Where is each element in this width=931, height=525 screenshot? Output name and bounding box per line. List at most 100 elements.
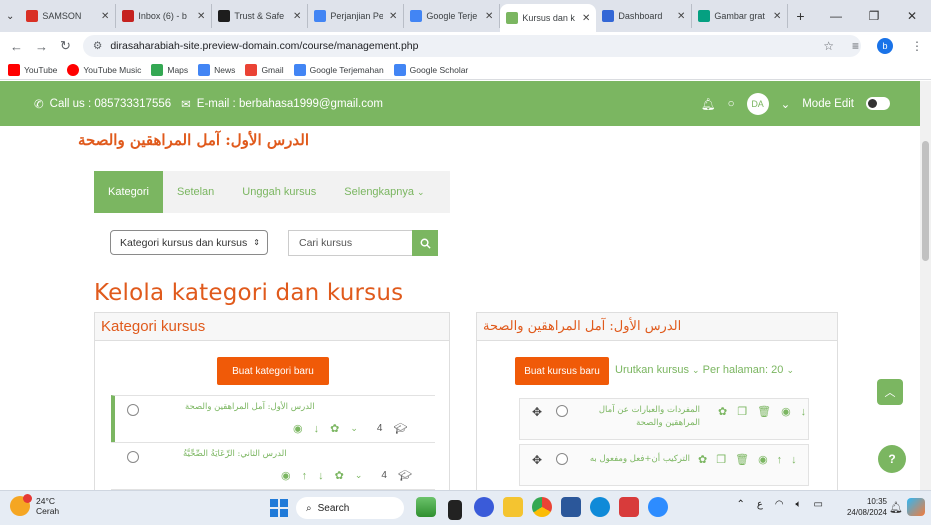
course-select-radio[interactable] [556,453,568,465]
back-icon[interactable]: ← [10,39,23,54]
site-info-icon[interactable]: ⚙ [93,40,102,52]
url-field[interactable]: ⚙ dirasaharabiah-site.preview-domain.com… [82,35,861,57]
taskbar-search[interactable]: ⌕ Search [296,497,404,519]
browser-tab[interactable]: Gambar grat ✕ [692,4,789,28]
chat-app-icon[interactable] [474,497,494,517]
volume-icon[interactable]: 🔈︎ [796,499,802,510]
notification-icon[interactable]: 🔔︎ [889,501,903,514]
notification-bell-icon[interactable]: 🔔︎ [701,97,716,111]
delete-icon[interactable]: 🗑︎ [757,405,771,418]
copy-icon[interactable]: ❐ [737,405,747,418]
course-row[interactable]: ✥ المفردات والعبارات عن آمال المراهقين و… [519,398,809,440]
word-app-icon[interactable] [561,497,581,517]
extensions-icon[interactable]: ≡ [852,39,859,53]
bookmark-news[interactable]: News [198,63,235,76]
bookmark-youtube-music[interactable]: YouTube Music [67,63,141,76]
scrollbar-thumb[interactable] [922,141,929,261]
file-explorer-icon[interactable] [503,497,523,517]
settings-gear-icon[interactable]: ✿ [718,405,727,418]
close-tab-icon[interactable]: ✕ [197,11,205,22]
browser-tab[interactable]: Google Terje ✕ [404,4,501,28]
restore-icon[interactable]: ❐ [855,9,893,23]
create-category-button[interactable]: Buat kategori baru [217,357,329,385]
browser-tab[interactable]: Dashboard ✕ [596,4,693,28]
search-button[interactable] [412,230,438,256]
copilot-icon[interactable] [907,498,925,516]
bookmark-youtube[interactable]: YouTube [8,63,57,76]
mode-edit-toggle[interactable] [866,97,890,110]
eye-icon[interactable]: ◉ [281,469,291,482]
edge-app-icon[interactable] [590,497,610,517]
user-menu-chevron-icon[interactable]: ⌄ [781,97,791,111]
close-tab-icon[interactable]: ✕ [389,11,397,22]
category-row[interactable]: الدرس الثاني: الرِّعَايَةُ الصِّحِّيَّةُ… [111,442,435,490]
close-tab-icon[interactable]: ✕ [101,11,109,22]
settings-gear-icon[interactable]: ✿ [335,469,344,482]
profile-avatar[interactable]: b [877,38,893,54]
move-down-icon[interactable]: ↓ [318,470,324,482]
course-name[interactable]: المفردات والعبارات عن آمال المراهقين وال… [580,404,700,430]
browser-tab[interactable]: Inbox (6) - b ✕ [116,4,213,28]
category-name[interactable]: الدرس الأول: آمل المراهقين والصحة [185,402,315,412]
drag-move-icon[interactable]: ✥ [532,453,542,467]
category-select-radio[interactable] [127,404,139,416]
move-up-icon[interactable]: ↑ [777,454,783,466]
help-button[interactable]: ? [878,445,906,473]
wifi-icon[interactable]: ◠ [775,499,784,510]
create-course-button[interactable]: Buat kursus baru [515,357,609,385]
course-row[interactable]: ✥ التركيب أن+فعل ومفعول به ✿ ❐ 🗑︎ ◉ ↑ ↓ [519,444,809,486]
tab-list-icon[interactable]: ⌄ [6,11,14,22]
chevron-down-icon[interactable]: ⌄ [355,470,363,481]
browser-tab-active[interactable]: Kursus dan k ✕ [500,4,597,32]
new-tab-button[interactable]: + [788,8,812,24]
close-tab-icon[interactable]: ✕ [677,11,685,22]
tab-setelan[interactable]: Setelan [163,171,228,213]
close-tab-icon[interactable]: ✕ [485,11,493,22]
menu-icon[interactable]: ⋮ [911,39,923,53]
bookmark-maps[interactable]: Maps [151,63,188,76]
widgets-app-icon[interactable] [416,497,436,517]
back-to-top-button[interactable]: ︿ [877,379,903,405]
category-select-radio[interactable] [127,451,139,463]
store-app-icon[interactable] [619,497,639,517]
per-page-dropdown[interactable]: Per halaman: 20 [703,364,784,376]
chrome-app-icon[interactable] [532,497,552,517]
drag-move-icon[interactable]: ✥ [532,405,542,419]
eye-icon[interactable]: ◉ [781,405,791,418]
move-up-icon[interactable]: ↑ [302,470,308,482]
delete-icon[interactable]: 🗑︎ [735,453,749,466]
move-down-icon[interactable]: ↓ [791,454,797,466]
settings-gear-icon[interactable]: ✿ [698,453,707,466]
clock[interactable]: 10:35 24/08/2024 [847,496,887,518]
bookmark-gmail[interactable]: Gmail [245,63,284,76]
eye-icon[interactable]: ◉ [293,422,303,435]
windows-start-icon[interactable] [270,499,288,517]
zoom-app-icon[interactable] [648,497,668,517]
course-select-radio[interactable] [556,405,568,417]
close-tab-icon[interactable]: ✕ [293,11,301,22]
close-tab-icon[interactable]: ✕ [773,11,781,22]
eye-icon[interactable]: ◉ [758,453,768,466]
chevron-down-icon[interactable]: ⌄ [350,423,358,434]
messages-icon[interactable]: ○ [728,98,735,110]
close-window-icon[interactable]: ✕ [893,9,931,23]
task-view-icon[interactable] [448,500,462,520]
browser-tab[interactable]: Perjanjian Pe ✕ [308,4,405,28]
browser-tab[interactable]: Trust & Safe ✕ [212,4,309,28]
keyboard-language-icon[interactable]: ع [757,499,763,510]
weather-widget[interactable]: 24°C Cerah [10,494,59,516]
bookmark-star-icon[interactable]: ☆ [823,39,834,53]
course-name[interactable]: التركيب أن+فعل ومفعول به [580,453,690,466]
tab-unggah-kursus[interactable]: Unggah kursus [228,171,330,213]
user-avatar[interactable]: DA [746,92,769,115]
reload-icon[interactable]: ↻ [60,38,71,54]
view-mode-select[interactable]: Kategori kursus dan kursus ⇕ [110,230,268,255]
category-name[interactable]: الدرس الثاني: الرِّعَايَةُ الصِّحِّيَّةُ [183,449,287,459]
bookmark-google-scholar[interactable]: Google Scholar [393,63,468,76]
close-tab-icon[interactable]: ✕ [582,13,590,24]
copy-icon[interactable]: ❐ [716,453,726,466]
page-scrollbar[interactable] [920,81,931,490]
bookmark-google-translate[interactable]: Google Terjemahan [293,63,384,76]
settings-gear-icon[interactable]: ✿ [330,422,339,435]
category-row[interactable]: الدرس الأول: آمل المراهقين والصحة ◉ ↓ ✿ … [111,395,435,443]
